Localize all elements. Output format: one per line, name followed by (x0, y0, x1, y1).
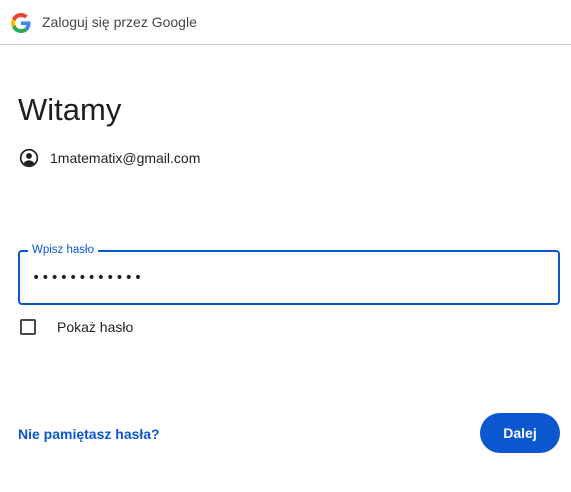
page-title: Witamy (18, 92, 122, 127)
account-email: 1matematix@gmail.com (50, 150, 201, 166)
show-password-checkbox[interactable] (20, 319, 36, 335)
google-g-icon (11, 13, 31, 33)
forgot-password-link[interactable]: Nie pamiętasz hasła? (18, 425, 160, 443)
account-circle-icon (19, 148, 39, 168)
password-field[interactable]: Wpisz hasło (18, 243, 560, 305)
account-chip[interactable]: 1matematix@gmail.com (19, 148, 200, 168)
header-title: Zaloguj się przez Google (42, 14, 197, 30)
header-bar: Zaloguj się przez Google (0, 0, 571, 45)
password-field-label: Wpisz hasło (28, 243, 98, 257)
next-button[interactable]: Dalej (480, 413, 560, 453)
password-input[interactable] (32, 264, 532, 292)
sign-in-page: Zaloguj się przez Google Witamy 1matemat… (0, 0, 571, 492)
show-password-label[interactable]: Pokaż hasło (57, 317, 133, 337)
show-password-toggle[interactable]: Pokaż hasło (20, 317, 133, 337)
